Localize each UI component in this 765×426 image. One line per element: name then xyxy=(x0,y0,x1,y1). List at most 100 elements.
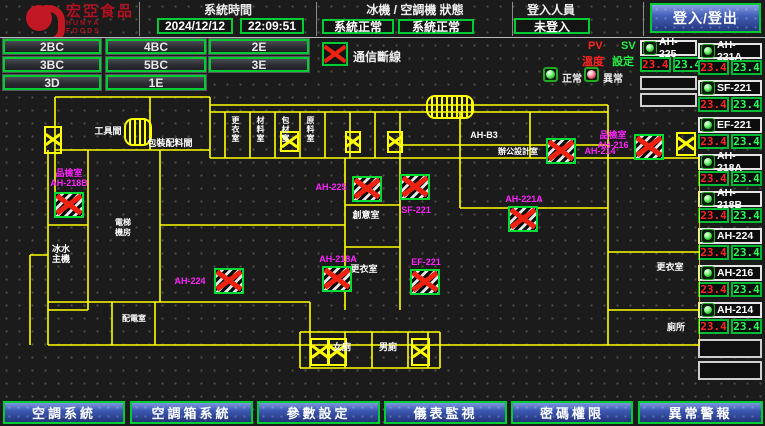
pv-value: 23.4 xyxy=(640,57,671,72)
ahu-offline-icon-ah214[interactable] xyxy=(546,138,576,164)
sv-value: 23.4 xyxy=(731,245,762,260)
shaft-x-icon xyxy=(44,126,62,154)
nav-button-3e[interactable]: 3E xyxy=(209,57,309,72)
ahu-offline-icon-ah218a[interactable] xyxy=(322,266,352,292)
footer-button-parameter-settings[interactable]: 參數設定 xyxy=(257,401,380,424)
device-name: AH-214 xyxy=(717,304,753,316)
ahu-offline-icon-ah225[interactable] xyxy=(352,176,382,202)
shaft-x-icon xyxy=(411,338,430,366)
pv-value: 23.4 xyxy=(698,208,729,223)
comm-offline-icon xyxy=(322,42,348,66)
hmi-screen: 宏亞食品 HUNYA FOODS 系統時間 2024/12/12 22:09:5… xyxy=(0,0,765,426)
room-label: 廁所 xyxy=(662,322,690,332)
room-label: AH-B3 xyxy=(466,130,502,140)
ahu-unit-label: EF-221 xyxy=(404,257,448,267)
device-ah221a[interactable]: AH-221A xyxy=(698,43,762,59)
room-label: 創意室 xyxy=(348,210,384,220)
device-ah218a[interactable]: AH-218A xyxy=(698,154,762,170)
footer-button-meter-monitor[interactable]: 儀表監視 xyxy=(384,401,507,424)
room-label: 包裝配料間 xyxy=(138,138,202,148)
pv-value: 23.4 xyxy=(698,319,729,334)
status-led-icon xyxy=(701,303,715,317)
ahu-unit-label: SF-221 xyxy=(394,205,438,215)
pv-value: 23.4 xyxy=(698,171,729,186)
ahu-offline-icon-ah221a[interactable] xyxy=(508,206,538,232)
ahu-offline-icon-ah224[interactable] xyxy=(214,268,244,294)
sv-value: 23.4 xyxy=(731,171,762,186)
nav-button-3d[interactable]: 3D xyxy=(3,75,101,90)
normal-led-icon xyxy=(543,67,558,82)
device-ef221[interactable]: EF-221 xyxy=(698,117,762,133)
ahu-offline-icon-ef221[interactable] xyxy=(410,269,440,295)
status-led-icon xyxy=(643,41,657,55)
ahu-unit-label: AH-218A xyxy=(314,254,362,264)
footer-button-hvac-system[interactable]: 空調系統 xyxy=(3,401,125,424)
logo-title: 宏亞食品 xyxy=(66,4,138,20)
chiller-status-label: 冰機 / 空調機 狀態 xyxy=(318,3,512,17)
logo-subtitle: HUNYA FOODS xyxy=(66,20,138,36)
ahu-unit-label: AH-225 xyxy=(312,182,350,192)
sv-value: 23.4 xyxy=(731,97,762,112)
device-ah214[interactable]: AH-214 xyxy=(698,302,762,318)
device-name: EF-221 xyxy=(717,119,751,131)
login-logout-button[interactable]: 登入/登出 xyxy=(650,3,761,33)
sv-value: 23.4 xyxy=(731,60,762,75)
footer-button-alarm[interactable]: 異常警報 xyxy=(638,401,763,424)
status-led-icon xyxy=(701,192,715,206)
device-sf221[interactable]: SF-221 xyxy=(698,80,762,96)
room-label: 配電室 xyxy=(118,314,150,324)
comm-offline-label: 通信斷線 xyxy=(353,48,401,65)
room-label: 更衣室 xyxy=(652,262,688,272)
sv-value: 23.4 xyxy=(731,319,762,334)
nav-button-4bc[interactable]: 4BC xyxy=(106,39,206,54)
ahu-unit-label: AH-224 xyxy=(168,276,212,286)
pv-value: 23.4 xyxy=(698,60,729,75)
sv-value: 23.4 xyxy=(731,282,762,297)
footer-button-password-authority[interactable]: 密碼權限 xyxy=(511,401,633,424)
room-label: 女廁 xyxy=(330,342,354,352)
room-label-vertical: 包材室 xyxy=(280,116,290,156)
pv-value: 23.4 xyxy=(698,245,729,260)
nav-button-2e[interactable]: 2E xyxy=(209,39,309,54)
header-bar: 宏亞食品 HUNYA FOODS 系統時間 2024/12/12 22:09:5… xyxy=(0,0,765,38)
sv-value: 23.4 xyxy=(731,208,762,223)
ahu-unit-label: 品檢室AH-216 xyxy=(594,130,632,150)
ahu-offline-icon-ah218b[interactable] xyxy=(54,192,84,218)
pv-value: 23.4 xyxy=(698,134,729,149)
nav-button-3bc[interactable]: 3BC xyxy=(3,57,101,72)
logo: 宏亞食品 HUNYA FOODS xyxy=(4,2,138,36)
empty-device-slot xyxy=(640,76,697,90)
nav-button-2bc[interactable]: 2BC xyxy=(3,39,101,54)
device-ah224[interactable]: AH-224 xyxy=(698,228,762,244)
abnormal-label: 異常 xyxy=(603,70,623,85)
status-led-icon xyxy=(701,118,715,132)
device-ah216[interactable]: AH-216 xyxy=(698,265,762,281)
footer-button-ahu-system[interactable]: 空調箱系統 xyxy=(130,401,253,424)
ahu-status-value: 系統正常 xyxy=(398,19,474,34)
ahu-offline-icon-sf221[interactable] xyxy=(400,174,430,200)
status-led-icon xyxy=(701,266,715,280)
floor-plan-map: 工具間 包裝配料間 AH-B3 辦公設計室 創意室 更衣室 更衣室 廁所 女廁 … xyxy=(0,92,700,395)
login-label: 登入人員 xyxy=(515,3,587,17)
room-label: 男廁 xyxy=(376,342,400,352)
device-ah218b[interactable]: AH-218B xyxy=(698,191,762,207)
ahu-offline-icon-ah216[interactable] xyxy=(634,134,664,160)
room-label-vertical: 原料室 xyxy=(305,116,315,156)
nav-button-5bc[interactable]: 5BC xyxy=(106,57,206,72)
device-name: SF-221 xyxy=(717,82,751,94)
pv-value: 23.4 xyxy=(698,282,729,297)
legend-sv-caption: 設定 xyxy=(612,53,634,69)
room-label-vertical: 材料室 xyxy=(255,116,265,156)
nav-button-1e[interactable]: 1E xyxy=(106,75,206,90)
legend-sv: SV xyxy=(621,40,636,52)
ahu-unit-label: 品檢室AH-218B xyxy=(40,168,98,188)
abnormal-led-icon xyxy=(584,67,599,82)
pv-value: 23.4 xyxy=(698,97,729,112)
room-label: 辦公設計室 xyxy=(490,147,546,157)
legend-pv: PV xyxy=(588,40,603,52)
device-ah225[interactable]: AH-225 xyxy=(640,40,697,56)
system-clock-value: 22:09:51 xyxy=(240,18,304,34)
empty-device-slot xyxy=(698,339,762,358)
sv-value: 23.4 xyxy=(731,134,762,149)
status-led-icon xyxy=(701,81,715,95)
